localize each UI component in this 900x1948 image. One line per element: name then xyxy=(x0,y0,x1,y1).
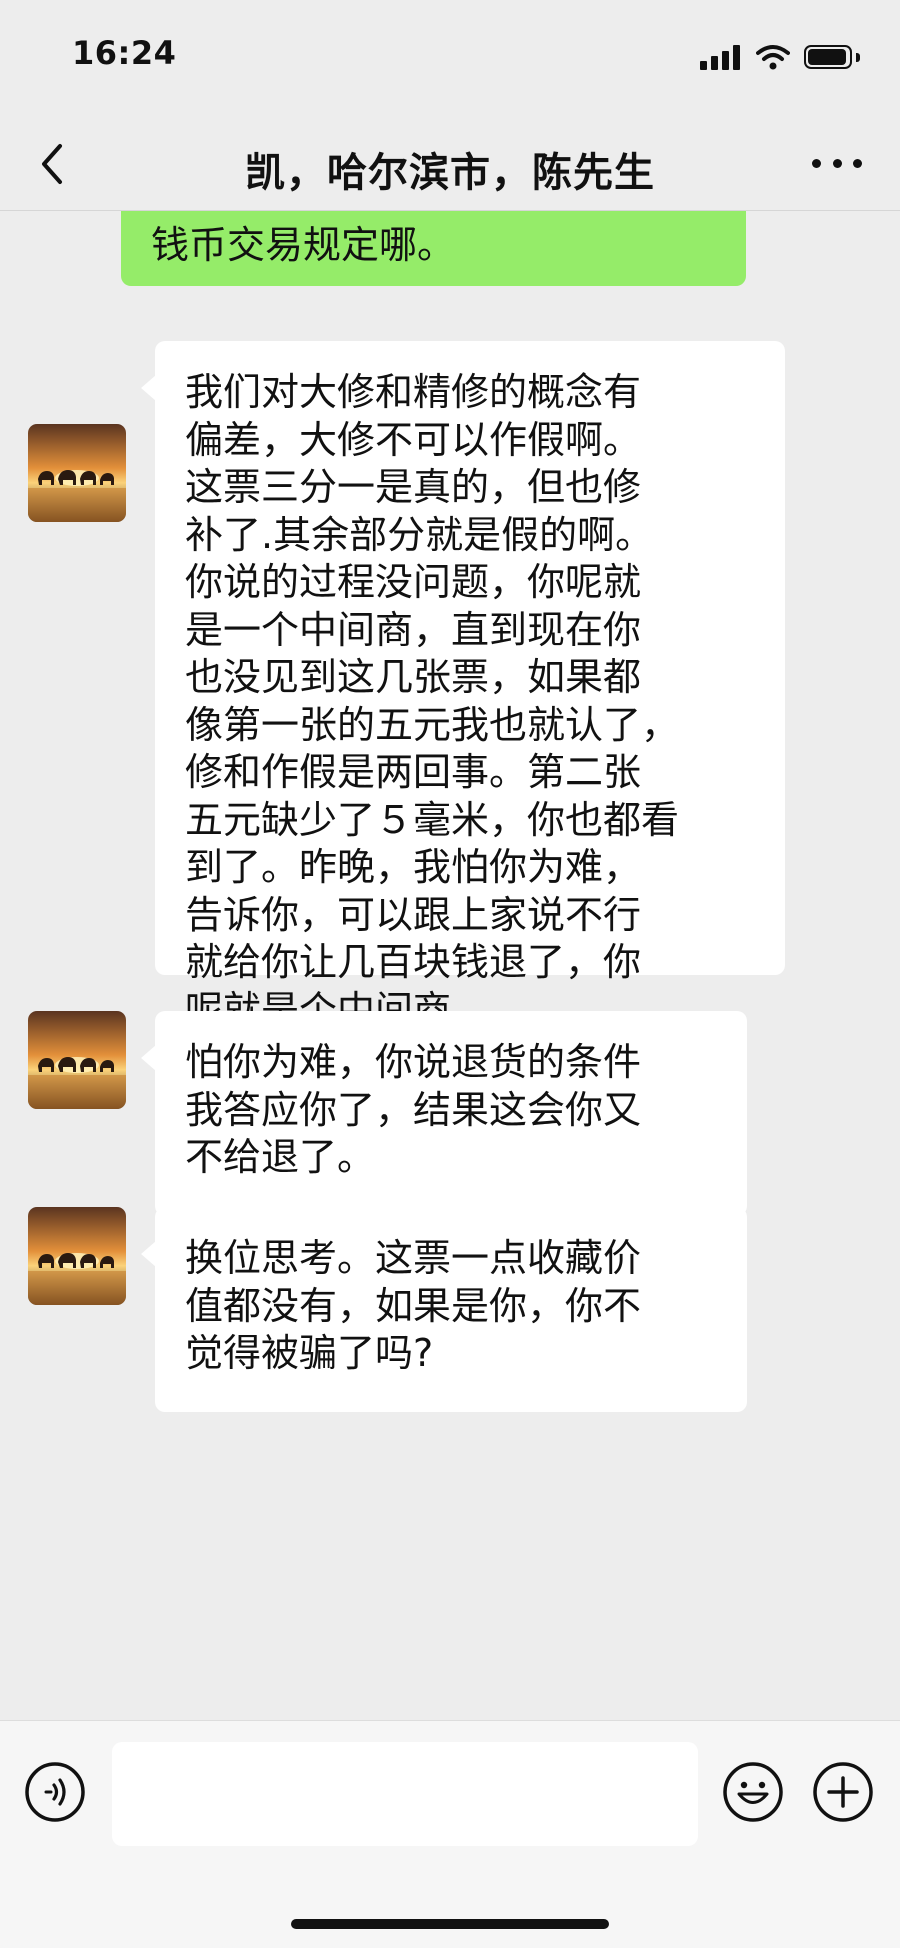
message-input[interactable] xyxy=(112,1742,698,1846)
message-line: 就给你让几百块钱退了，你 xyxy=(185,940,642,984)
message-line: 补了.其余部分就是假的啊。 xyxy=(185,512,654,557)
received-message-bubble[interactable]: 怕你为难，你说退货的条件 我答应你了，结果这会你又 不给退了。 xyxy=(141,1011,747,1216)
message-line: 是一个中间商，直到现在你 xyxy=(185,607,642,652)
elephants-sunset-avatar xyxy=(28,424,126,522)
elephants-sunset-avatar xyxy=(28,1207,126,1305)
message-line: 到了。昨晚，我怕你为难， xyxy=(185,845,642,889)
message-line: 我们对大修和精修的概念有 xyxy=(185,370,642,414)
elephants-sunset-avatar xyxy=(28,1011,126,1109)
sent-message-bubble[interactable]: 钱币交易规定哪。 xyxy=(121,211,746,286)
input-bar xyxy=(0,1720,900,1948)
wifi-icon xyxy=(756,45,790,70)
message-line: 你说的过程没问题，你呢就 xyxy=(185,560,642,604)
message-line: 怕你为难，你说退货的条件 xyxy=(185,1040,642,1084)
message-line: 值都没有，如果是你，你不 xyxy=(185,1283,642,1328)
sent-message-text: 钱币交易规定哪。 xyxy=(151,223,456,267)
plus-icon[interactable] xyxy=(812,1761,874,1823)
message-list[interactable]: 钱币交易规定哪。 星期日 21:50 我 xyxy=(0,211,900,1719)
chat-title: 凯，哈尔滨市，陈先生 xyxy=(245,150,655,196)
message-line: 也没见到这几张票，如果都 xyxy=(185,655,642,699)
battery-icon xyxy=(804,44,860,70)
message-line: 这票三分一是真的，但也修 xyxy=(185,465,642,509)
signal-icon xyxy=(700,44,742,70)
voice-icon[interactable] xyxy=(24,1761,86,1823)
received-message-bubble[interactable]: 换位思考。这票一点收藏价 值都没有，如果是你，你不 觉得被骗了吗? xyxy=(141,1207,747,1412)
message-line: 偏差，大修不可以作假啊。 xyxy=(185,417,642,462)
message-line: 五元缺少了５毫米，你也都看 xyxy=(185,797,680,842)
contact-avatar[interactable] xyxy=(28,1011,126,1109)
status-time: 16:24 xyxy=(72,34,177,72)
status-bar: 16:24 xyxy=(0,0,900,118)
emoji-icon[interactable] xyxy=(722,1761,784,1823)
status-icons xyxy=(700,44,860,70)
message-line: 觉得被骗了吗? xyxy=(185,1331,434,1375)
contact-avatar[interactable] xyxy=(28,1207,126,1305)
home-indicator xyxy=(291,1919,609,1929)
contact-avatar[interactable] xyxy=(28,424,126,522)
message-line: 换位思考。这票一点收藏价 xyxy=(185,1236,642,1280)
message-line: 告诉你，可以跟上家说不行 xyxy=(185,892,642,937)
more-dots-icon[interactable] xyxy=(812,148,862,178)
message-line: 像第一张的五元我也就认了， xyxy=(185,702,680,747)
chat-header: 凯，哈尔滨市，陈先生 xyxy=(0,118,900,211)
message-line: 不给退了。 xyxy=(185,1135,376,1179)
message-line: 我答应你了，结果这会你又 xyxy=(185,1087,642,1132)
received-message-bubble[interactable]: 我们对大修和精修的概念有 偏差，大修不可以作假啊。 这票三分一是真的，但也修 补… xyxy=(141,341,785,1032)
message-line: 修和作假是两回事。第二张 xyxy=(185,750,642,794)
